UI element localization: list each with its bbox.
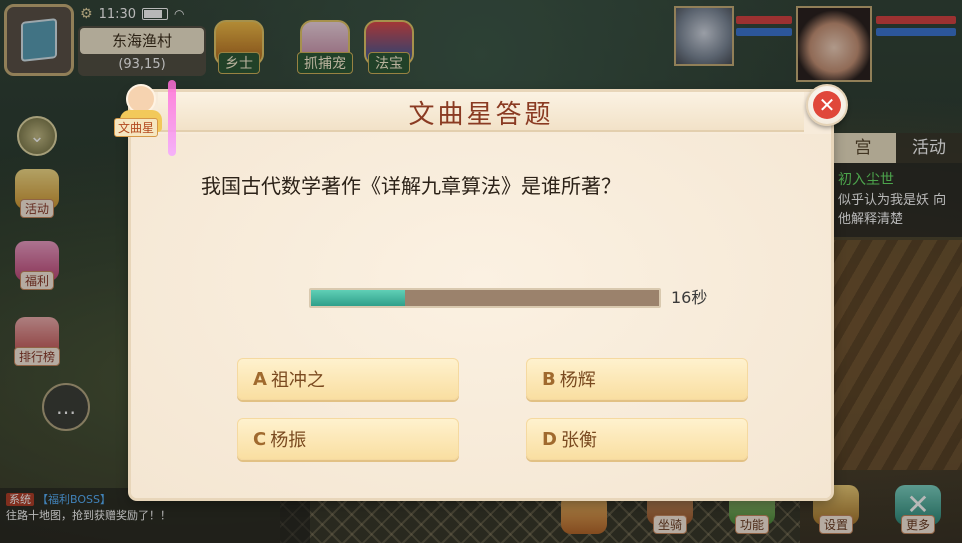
answer-option-c[interactable]: C 杨振	[237, 418, 459, 460]
npc-name: 文曲星	[114, 118, 159, 137]
answer-text: 张衡	[560, 430, 597, 451]
close-button[interactable]: ✕	[806, 84, 848, 126]
answer-letter: D	[542, 428, 557, 450]
answer-option-a[interactable]: A 祖冲之	[237, 358, 459, 400]
answer-option-d[interactable]: D 张衡	[526, 418, 748, 460]
answer-option-b[interactable]: B 杨辉	[526, 358, 748, 400]
close-icon: ✕	[813, 91, 841, 119]
answer-letter: C	[253, 428, 267, 450]
answer-text: 杨振	[270, 430, 307, 451]
answer-letter: B	[542, 368, 556, 390]
answer-text: 祖冲之	[270, 370, 325, 391]
timer-bar	[309, 288, 661, 308]
timer-bar-fill	[311, 290, 405, 306]
timer-text: 16秒	[671, 288, 708, 307]
scroll-icon	[168, 80, 176, 156]
answer-text: 杨辉	[559, 370, 596, 391]
answer-letter: A	[253, 368, 267, 390]
dialog-header: 文曲星答题	[158, 92, 804, 132]
npc-avatar: 文曲星	[110, 80, 176, 156]
quiz-dialog: 文曲星答题 我国古代数学著作《详解九章算法》是谁所著？ 16秒 A 祖冲之 B …	[131, 92, 831, 498]
dialog-title: 文曲星答题	[408, 100, 554, 130]
quiz-question: 我国古代数学著作《详解九章算法》是谁所著？	[201, 174, 621, 198]
